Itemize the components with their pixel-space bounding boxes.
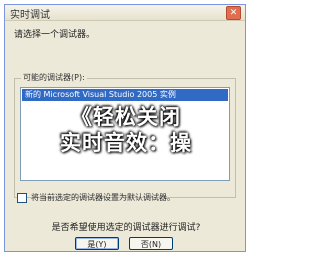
close-button[interactable]: ✕ xyxy=(226,6,241,20)
prompt-text: 请选择一个调试器。 xyxy=(14,30,96,40)
default-debugger-label: 将当前选定的调试器设置为默认调试器。 xyxy=(31,193,175,202)
debuggers-label: 可能的调试器(P): xyxy=(21,72,87,83)
window-title: 实时调试 xyxy=(10,10,50,21)
list-item[interactable]: 新的 Microsoft Visual Studio 2005 实例 xyxy=(22,89,228,101)
no-button[interactable]: 否(N) xyxy=(129,237,173,250)
default-debugger-checkbox-row[interactable]: 将当前选定的调试器设置为默认调试器。 xyxy=(17,192,175,203)
question-text: 是否希望使用选定的调试器进行调试? xyxy=(51,223,201,233)
yes-button[interactable]: 是(Y) xyxy=(75,237,119,250)
overlay-caption-line2: 实时音效：操 xyxy=(60,131,192,155)
title-bar[interactable]: 实时调试 ✕ xyxy=(5,5,245,21)
default-debugger-checkbox[interactable] xyxy=(17,192,27,203)
